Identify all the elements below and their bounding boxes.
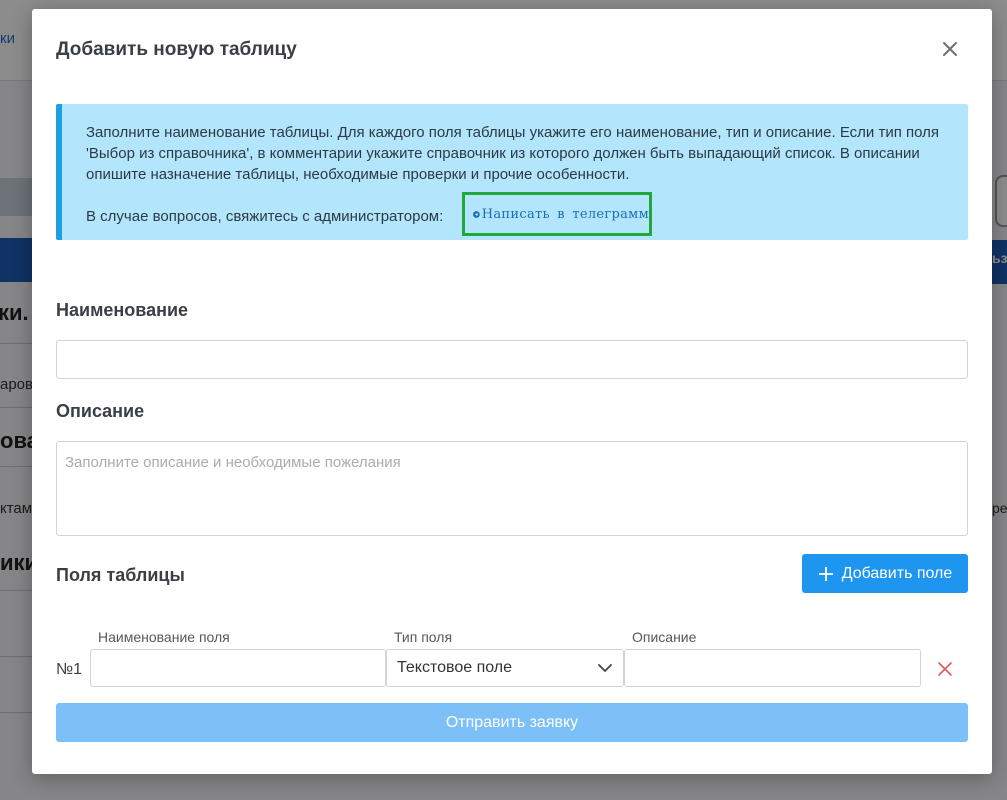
close-button[interactable] — [938, 37, 962, 61]
name-label: Наименование — [56, 300, 189, 320]
description-textarea[interactable] — [56, 441, 968, 536]
plus-icon — [818, 566, 833, 581]
add-table-modal: Добавить новую таблицу Заполните наимено… — [32, 9, 992, 774]
alert-message: Заполните наименование таблицы. Для кажд… — [86, 124, 940, 183]
telegram-link[interactable]: Написать в телеграмм — [462, 192, 652, 236]
field-row-number: №1 — [56, 661, 83, 678]
field-type-value: Текстовое поле — [397, 659, 513, 676]
add-field-label: Добавить поле — [841, 564, 953, 582]
telegram-icon — [473, 210, 480, 218]
close-icon — [943, 42, 957, 56]
table-name-input[interactable] — [56, 340, 968, 379]
field-type-select[interactable]: Текстовое поле — [386, 649, 624, 687]
submit-request-button[interactable]: Отправить заявку — [56, 703, 968, 742]
fields-label: Поля таблицы — [56, 565, 185, 585]
info-alert: Заполните наименование таблицы. Для кажд… — [56, 104, 968, 240]
modal-title: Добавить новую таблицу — [56, 39, 297, 60]
column-header-type: Тип поля — [394, 629, 453, 645]
remove-field-button[interactable] — [937, 661, 953, 677]
description-label: Описание — [56, 401, 145, 421]
telegram-link-label: Написать в телеграмм — [481, 206, 649, 222]
remove-x-icon — [938, 662, 952, 676]
column-header-name: Наименование поля — [98, 629, 230, 645]
alert-contact-text: В случае вопросов, свяжитесь с администр… — [86, 208, 444, 225]
field-description-input[interactable] — [624, 649, 921, 687]
chevron-down-icon — [598, 664, 612, 672]
column-header-description: Описание — [632, 629, 697, 645]
field-name-input[interactable] — [90, 649, 386, 687]
add-field-button[interactable]: Добавить поле — [802, 554, 968, 593]
